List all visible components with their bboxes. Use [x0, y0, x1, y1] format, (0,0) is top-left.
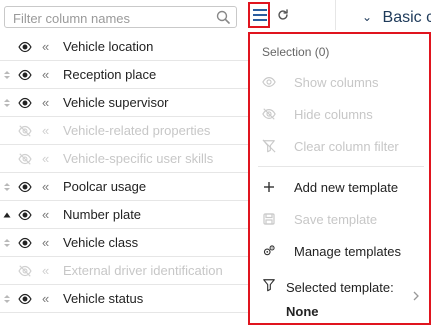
drag-handle-icon[interactable]: [2, 238, 12, 248]
column-chooser-screen: « Vehicle location « Reception place: [0, 0, 431, 325]
selection-count: Selection (0): [262, 45, 330, 59]
double-chevron-left-icon[interactable]: «: [42, 151, 54, 166]
section-header[interactable]: ⌄ Basic c: [362, 9, 431, 27]
double-chevron-left-icon[interactable]: «: [42, 179, 54, 194]
column-label: Vehicle supervisor: [63, 95, 169, 110]
row-handle[interactable]: [0, 173, 14, 200]
drag-handle-icon[interactable]: [2, 294, 12, 304]
selected-template-menu-item[interactable]: [262, 275, 276, 295]
eye-off-icon: [262, 107, 276, 121]
hide-columns-menu-item[interactable]: Hide columns: [262, 104, 373, 124]
eye-icon[interactable]: [18, 40, 32, 54]
double-chevron-left-icon[interactable]: «: [42, 291, 54, 306]
row-handle[interactable]: [0, 89, 14, 116]
drag-handle-icon[interactable]: [2, 70, 12, 80]
column-label: Number plate: [63, 207, 142, 222]
clear-column-filter-menu-item[interactable]: Clear column filter: [262, 136, 399, 156]
column-label: Vehicle location: [63, 39, 154, 54]
save-template-label: Save template: [294, 211, 378, 227]
column-label: Vehicle-related properties: [63, 123, 211, 138]
column-label: Reception place: [63, 67, 157, 82]
sort-ascending-icon[interactable]: [2, 210, 12, 220]
column-list: « Vehicle location « Reception place « V…: [0, 33, 248, 313]
double-chevron-left-icon[interactable]: «: [42, 207, 54, 222]
row-handle[interactable]: [0, 33, 14, 60]
column-label: Vehicle status: [63, 291, 144, 306]
column-row[interactable]: « Vehicle-related properties: [0, 117, 248, 145]
column-row[interactable]: « Vehicle location: [0, 33, 248, 61]
eye-icon: [262, 75, 276, 89]
eye-icon[interactable]: [18, 236, 32, 250]
section-title: Basic c: [382, 9, 431, 26]
filter-icon: [262, 278, 276, 292]
column-label: Vehicle class: [63, 235, 139, 250]
column-row[interactable]: « Reception place: [0, 61, 248, 89]
add-new-template-menu-item[interactable]: Add new template: [262, 177, 398, 197]
column-row[interactable]: « Vehicle class: [0, 229, 248, 257]
selected-template-value: None: [286, 304, 319, 319]
chevron-down-icon: ⌄: [362, 10, 373, 24]
hamburger-icon: [253, 9, 267, 21]
column-row[interactable]: « Vehicle-specific user skills: [0, 145, 248, 173]
clear-column-filter-label: Clear column filter: [294, 138, 399, 154]
hide-columns-label: Hide columns: [294, 106, 373, 122]
eye-icon[interactable]: [18, 180, 32, 194]
plus-icon: [262, 180, 276, 194]
eye-icon[interactable]: [18, 292, 32, 306]
header-divider: [335, 0, 336, 30]
eye-off-icon[interactable]: [18, 152, 32, 166]
row-handle[interactable]: [0, 257, 14, 284]
double-chevron-left-icon[interactable]: «: [42, 263, 54, 278]
filter-clear-icon: [262, 139, 276, 153]
row-handle[interactable]: [0, 285, 14, 312]
column-row[interactable]: « Poolcar usage: [0, 173, 248, 201]
manage-templates-label: Manage templates: [294, 243, 401, 259]
chevron-right-icon[interactable]: [411, 291, 421, 301]
refresh-icon[interactable]: [276, 8, 290, 22]
double-chevron-left-icon[interactable]: «: [42, 95, 54, 110]
row-handle[interactable]: [0, 117, 14, 144]
eye-off-icon[interactable]: [18, 264, 32, 278]
column-label: External driver identification: [63, 263, 223, 278]
row-handle[interactable]: [0, 201, 14, 228]
column-row[interactable]: « Vehicle supervisor: [0, 89, 248, 117]
menu-button[interactable]: [248, 2, 270, 28]
save-template-menu-item[interactable]: Save template: [262, 209, 377, 229]
column-filter-search: [4, 6, 237, 28]
eye-icon[interactable]: [18, 68, 32, 82]
show-columns-label: Show columns: [294, 74, 379, 90]
column-menu-dropdown: Selection (0) Show columns Hide columns: [248, 32, 431, 325]
menu-divider: [258, 166, 424, 167]
eye-icon[interactable]: [18, 96, 32, 110]
drag-handle-icon[interactable]: [2, 182, 12, 192]
column-row[interactable]: « Number plate: [0, 201, 248, 229]
column-label: Poolcar usage: [63, 179, 147, 194]
row-handle[interactable]: [0, 61, 14, 88]
double-chevron-left-icon[interactable]: «: [42, 123, 54, 138]
add-new-template-label: Add new template: [294, 179, 399, 195]
drag-handle-icon[interactable]: [2, 98, 12, 108]
eye-off-icon[interactable]: [18, 124, 32, 138]
column-filter-input[interactable]: [11, 9, 215, 27]
double-chevron-left-icon[interactable]: «: [42, 67, 54, 82]
column-row[interactable]: « External driver identification: [0, 257, 248, 285]
double-chevron-left-icon[interactable]: «: [42, 39, 54, 54]
column-label: Vehicle-specific user skills: [63, 151, 214, 166]
eye-icon[interactable]: [18, 208, 32, 222]
show-columns-menu-item[interactable]: Show columns: [262, 72, 379, 92]
row-handle[interactable]: [0, 229, 14, 256]
save-icon: [262, 212, 276, 226]
gears-icon: [262, 244, 276, 258]
search-icon[interactable]: [216, 10, 230, 24]
manage-templates-menu-item[interactable]: Manage templates: [262, 241, 401, 261]
double-chevron-left-icon[interactable]: «: [42, 235, 54, 250]
selected-template-label: Selected template:: [286, 280, 394, 295]
row-handle[interactable]: [0, 145, 14, 172]
column-row[interactable]: « Vehicle status: [0, 285, 248, 313]
